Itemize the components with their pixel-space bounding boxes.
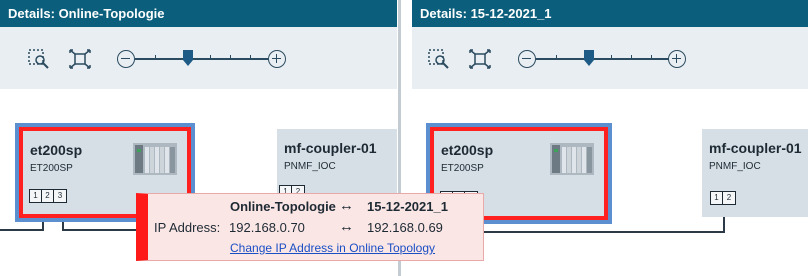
tooltip-ip-left: 192.168.0.70 (229, 220, 305, 235)
tooltip-heading-left: Online-Topologie (230, 199, 336, 214)
zoom-out-icon[interactable] (518, 50, 536, 68)
device-name: et200sp (441, 142, 494, 158)
zoom-slider-tick (155, 55, 156, 60)
right-panel-title: Details: 15-12-2021_1 (412, 0, 808, 27)
tooltip-ip-right: 192.168.0.69 (367, 220, 443, 235)
port-2[interactable]: 2 (723, 192, 735, 204)
zoom-in-icon[interactable] (268, 50, 286, 68)
fit-to-view-icon[interactable] (68, 48, 92, 70)
left-toolbar (0, 27, 397, 89)
zoom-selection-icon[interactable] (27, 48, 51, 70)
right-toolbar (412, 27, 808, 89)
device-name: mf-coupler-01 (709, 140, 802, 156)
connection-line (484, 231, 725, 233)
port-3[interactable]: 3 (54, 190, 66, 202)
fit-to-view-icon[interactable] (468, 48, 492, 70)
zoom-slider-tick (250, 55, 251, 60)
connection-line (62, 229, 138, 231)
zoom-slider-tick (210, 55, 211, 60)
zoom-slider-tick (230, 55, 231, 60)
connection-line (0, 229, 44, 231)
zoom-slider-thumb-icon[interactable] (182, 49, 194, 67)
tooltip-arrow: ↔ (339, 218, 354, 235)
tooltip-ip-label: IP Address: (154, 220, 221, 235)
change-ip-link[interactable]: Change IP Address in Online Topology (230, 241, 435, 255)
zoom-slider-tick (631, 55, 632, 60)
device-type: PNMF_IOC (709, 161, 761, 172)
device-name: mf-coupler-01 (284, 140, 377, 156)
device-image-icon (550, 143, 594, 175)
device-type: PNMF_IOC (284, 161, 336, 172)
comparison-tooltip: Online-Topologie ↔ 15-12-2021_1 IP Addre… (136, 193, 484, 261)
port-1[interactable]: 1 (711, 192, 723, 204)
zoom-slider-tick (651, 55, 652, 60)
device-name: et200sp (30, 142, 83, 158)
device-image-icon (133, 143, 177, 175)
zoom-slider-tick (611, 55, 612, 60)
port-group: 1 2 (710, 191, 736, 205)
device-node-mf-coupler-01[interactable]: mf-coupler-01 PNMF_IOC 1 2 (702, 129, 808, 217)
device-type: ET200SP (441, 163, 484, 174)
zoom-slider-tick (556, 55, 557, 60)
port-group: 1 2 3 (29, 189, 67, 203)
left-panel-title: Details: Online-Topologie (0, 0, 397, 27)
tooltip-heading-right: 15-12-2021_1 (367, 199, 448, 214)
zoom-in-icon[interactable] (668, 50, 686, 68)
tooltip-arrow: ↔ (339, 197, 354, 214)
zoom-selection-icon[interactable] (427, 48, 451, 70)
port-2[interactable]: 2 (42, 190, 54, 202)
zoom-out-icon[interactable] (117, 50, 135, 68)
zoom-slider-thumb-icon[interactable] (583, 49, 595, 67)
device-type: ET200SP (30, 163, 73, 174)
port-1[interactable]: 1 (30, 190, 42, 202)
